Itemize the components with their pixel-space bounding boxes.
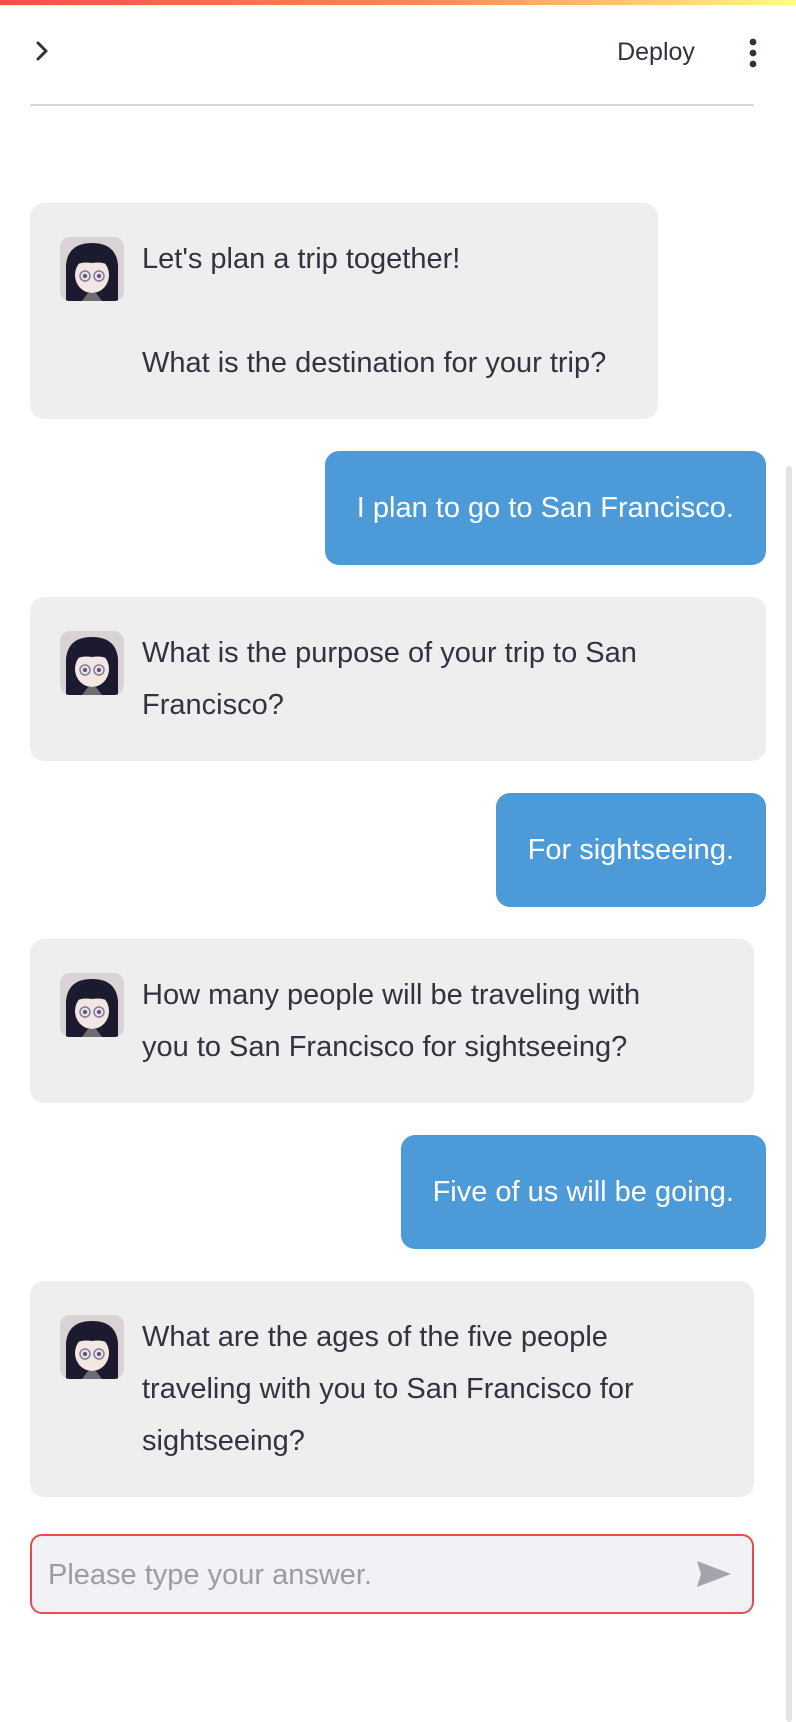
user-bubble: I plan to go to San Francisco. [324,451,766,565]
assistant-bubble: What are the ages of the five people tra… [30,1281,754,1497]
user-bubble: For sightseeing. [495,793,766,907]
send-arrow-icon [697,1561,731,1587]
chat-input-container [30,1534,754,1614]
scrollbar[interactable] [786,466,792,1722]
chat-message-assistant: What are the ages of the five people tra… [30,1281,766,1497]
main-menu-button[interactable] [738,33,768,73]
assistant-avatar [60,631,124,695]
assistant-bubble: Let's plan a trip together! What is the … [30,203,658,419]
message-text: What is the purpose of your trip to San … [142,637,637,721]
chevron-right-icon [36,41,48,61]
assistant-bubble: What is the purpose of your trip to San … [30,597,766,761]
message-text: How many people will be traveling with y… [142,979,641,1063]
chat-message-user: I plan to go to San Francisco. [30,451,766,565]
chat-message-user: Five of us will be going. [30,1135,766,1249]
assistant-bubble: How many people will be traveling with y… [30,939,754,1103]
chat-message-user: For sightseeing. [30,793,766,907]
chat-input[interactable] [46,1546,660,1604]
header-divider [30,104,754,106]
assistant-avatar [60,237,124,301]
send-button[interactable] [694,1556,734,1592]
deploy-button[interactable]: Deploy [604,31,708,73]
user-bubble: Five of us will be going. [400,1135,766,1249]
message-text: Let's plan a trip together! What is the … [142,243,607,379]
chat-message-assistant: What is the purpose of your trip to San … [30,597,766,761]
sidebar-toggle-button[interactable] [28,35,56,67]
app-header: Deploy [0,5,796,101]
chat-message-assistant: Let's plan a trip together! What is the … [30,203,766,419]
message-text: What are the ages of the five people tra… [142,1321,634,1457]
kebab-vertical-icon [749,38,757,68]
assistant-avatar [60,973,124,1037]
chat-history: Let's plan a trip together! What is the … [30,203,766,1529]
assistant-avatar [60,1315,124,1379]
chat-message-assistant: How many people will be traveling with y… [30,939,766,1103]
